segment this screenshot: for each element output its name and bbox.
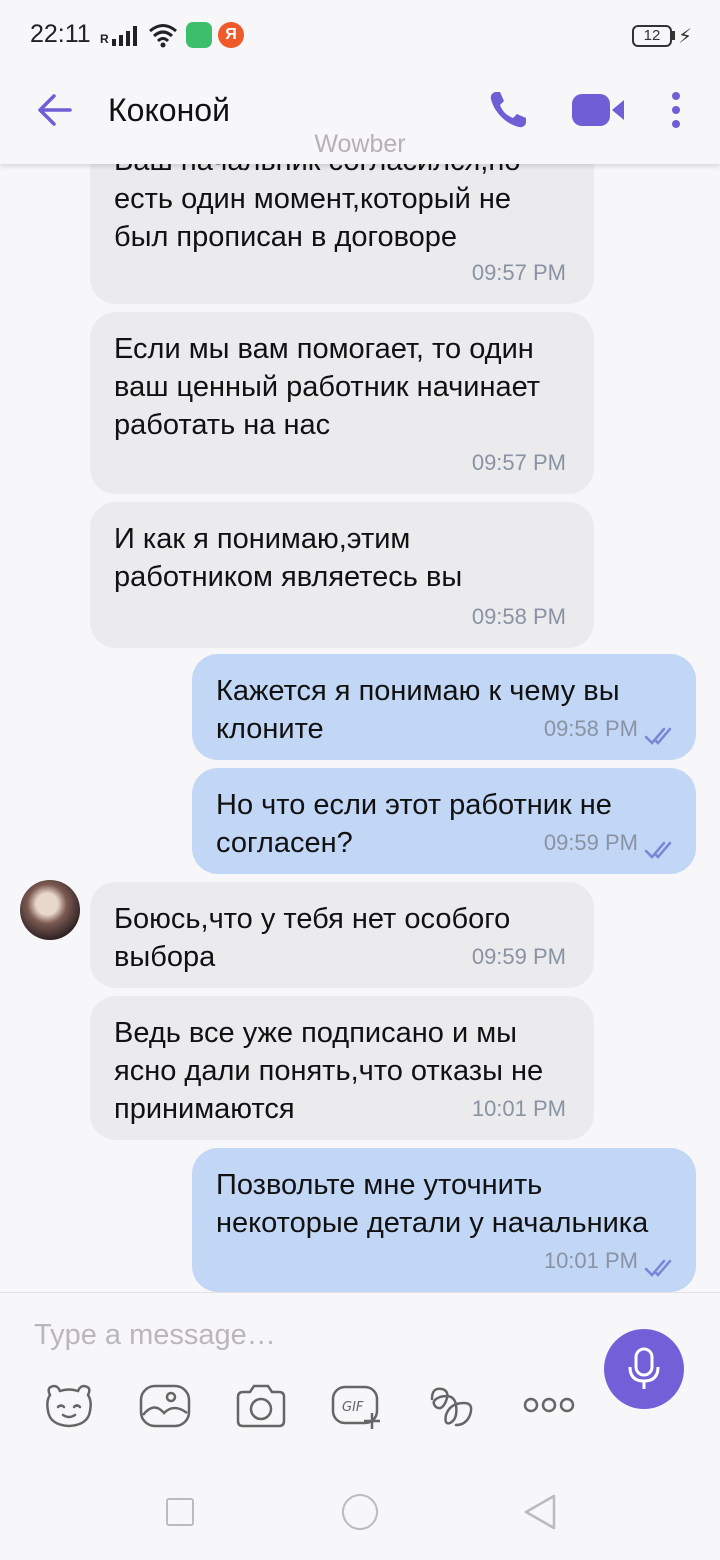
message-bubble-outgoing[interactable]: Позвольте мне уточнить некоторые детали … bbox=[192, 1148, 696, 1292]
message-bubble-incoming[interactable]: Если мы вам помогает, то один ваш ценный… bbox=[90, 312, 594, 494]
gif-label: GIF bbox=[342, 1400, 364, 1415]
contact-name[interactable]: Коконой bbox=[108, 92, 230, 129]
double-check-icon bbox=[644, 1259, 672, 1277]
gif-icon[interactable]: GIF bbox=[330, 1381, 384, 1431]
message-list[interactable]: Ваш начальник согласился,но есть один мо… bbox=[0, 164, 720, 1292]
message-bubble-incoming[interactable]: Боюсь,что у тебя нет особого выбора 09:5… bbox=[90, 882, 594, 988]
sticker-icon[interactable] bbox=[42, 1381, 96, 1431]
contact-avatar[interactable] bbox=[20, 880, 80, 940]
recents-button[interactable] bbox=[166, 1498, 194, 1526]
message-time: 09:57 PM bbox=[471, 450, 566, 475]
watermark: Wowber bbox=[314, 130, 406, 158]
message-time: 10:01 PM bbox=[543, 1248, 638, 1273]
app-notification-icon bbox=[186, 22, 212, 48]
message-text: И как я понимаю,этим работником являетес… bbox=[114, 523, 463, 593]
message-text: Позвольте мне уточнить некоторые детали … bbox=[216, 1169, 649, 1239]
gallery-icon[interactable] bbox=[138, 1381, 192, 1431]
message-time: 09:59 PM bbox=[471, 944, 566, 969]
message-bubble-incoming[interactable]: Ваш начальник согласился,но есть один мо… bbox=[90, 164, 594, 304]
back-arrow-icon[interactable] bbox=[34, 90, 74, 130]
message-bubble-incoming[interactable]: И как я понимаю,этим работником являетес… bbox=[90, 502, 594, 648]
phone-icon[interactable] bbox=[486, 88, 530, 132]
message-time: 09:59 PM bbox=[543, 830, 638, 855]
message-composer: GIF bbox=[0, 1292, 720, 1462]
signal-icon bbox=[112, 26, 137, 46]
microphone-icon bbox=[628, 1347, 660, 1389]
charging-icon: ⚡ bbox=[678, 26, 693, 48]
home-button[interactable] bbox=[342, 1494, 378, 1530]
wifi-icon bbox=[149, 24, 177, 48]
network-type-label: R bbox=[100, 32, 109, 46]
double-check-icon bbox=[644, 841, 672, 859]
video-call-icon[interactable] bbox=[570, 92, 628, 128]
more-options-icon[interactable] bbox=[522, 1381, 576, 1431]
message-bubble-outgoing[interactable]: Кажется я понимаю к чему вы клоните 09:5… bbox=[192, 654, 696, 760]
nav-back-icon[interactable] bbox=[522, 1492, 558, 1532]
message-time: 10:01 PM bbox=[471, 1096, 566, 1121]
camera-icon[interactable] bbox=[234, 1381, 288, 1431]
message-bubble-outgoing[interactable]: Но что если этот работник не согласен? 0… bbox=[192, 768, 696, 874]
battery-tip bbox=[672, 31, 675, 40]
more-vertical-icon[interactable] bbox=[664, 90, 688, 130]
message-time: 09:57 PM bbox=[471, 260, 566, 285]
double-check-icon bbox=[644, 727, 672, 745]
message-text: Если мы вам помогает, то один ваш ценный… bbox=[114, 333, 541, 441]
voice-message-button[interactable] bbox=[604, 1329, 684, 1409]
battery-icon: 12 bbox=[632, 25, 672, 47]
doodle-icon[interactable] bbox=[426, 1381, 480, 1431]
message-time: 09:58 PM bbox=[471, 604, 566, 629]
yandex-notification-icon: Я bbox=[218, 22, 244, 48]
status-time: 22:11 bbox=[30, 20, 91, 48]
system-nav-bar bbox=[0, 1462, 720, 1560]
message-text: Ваш начальник согласился,но есть один мо… bbox=[114, 164, 521, 253]
status-bar: 22:11 R Я 12 ⚡ bbox=[0, 0, 720, 70]
message-time: 09:58 PM bbox=[543, 716, 638, 741]
message-bubble-incoming[interactable]: Ведь все уже подписано и мы ясно дали по… bbox=[90, 996, 594, 1140]
message-input[interactable] bbox=[34, 1313, 574, 1357]
